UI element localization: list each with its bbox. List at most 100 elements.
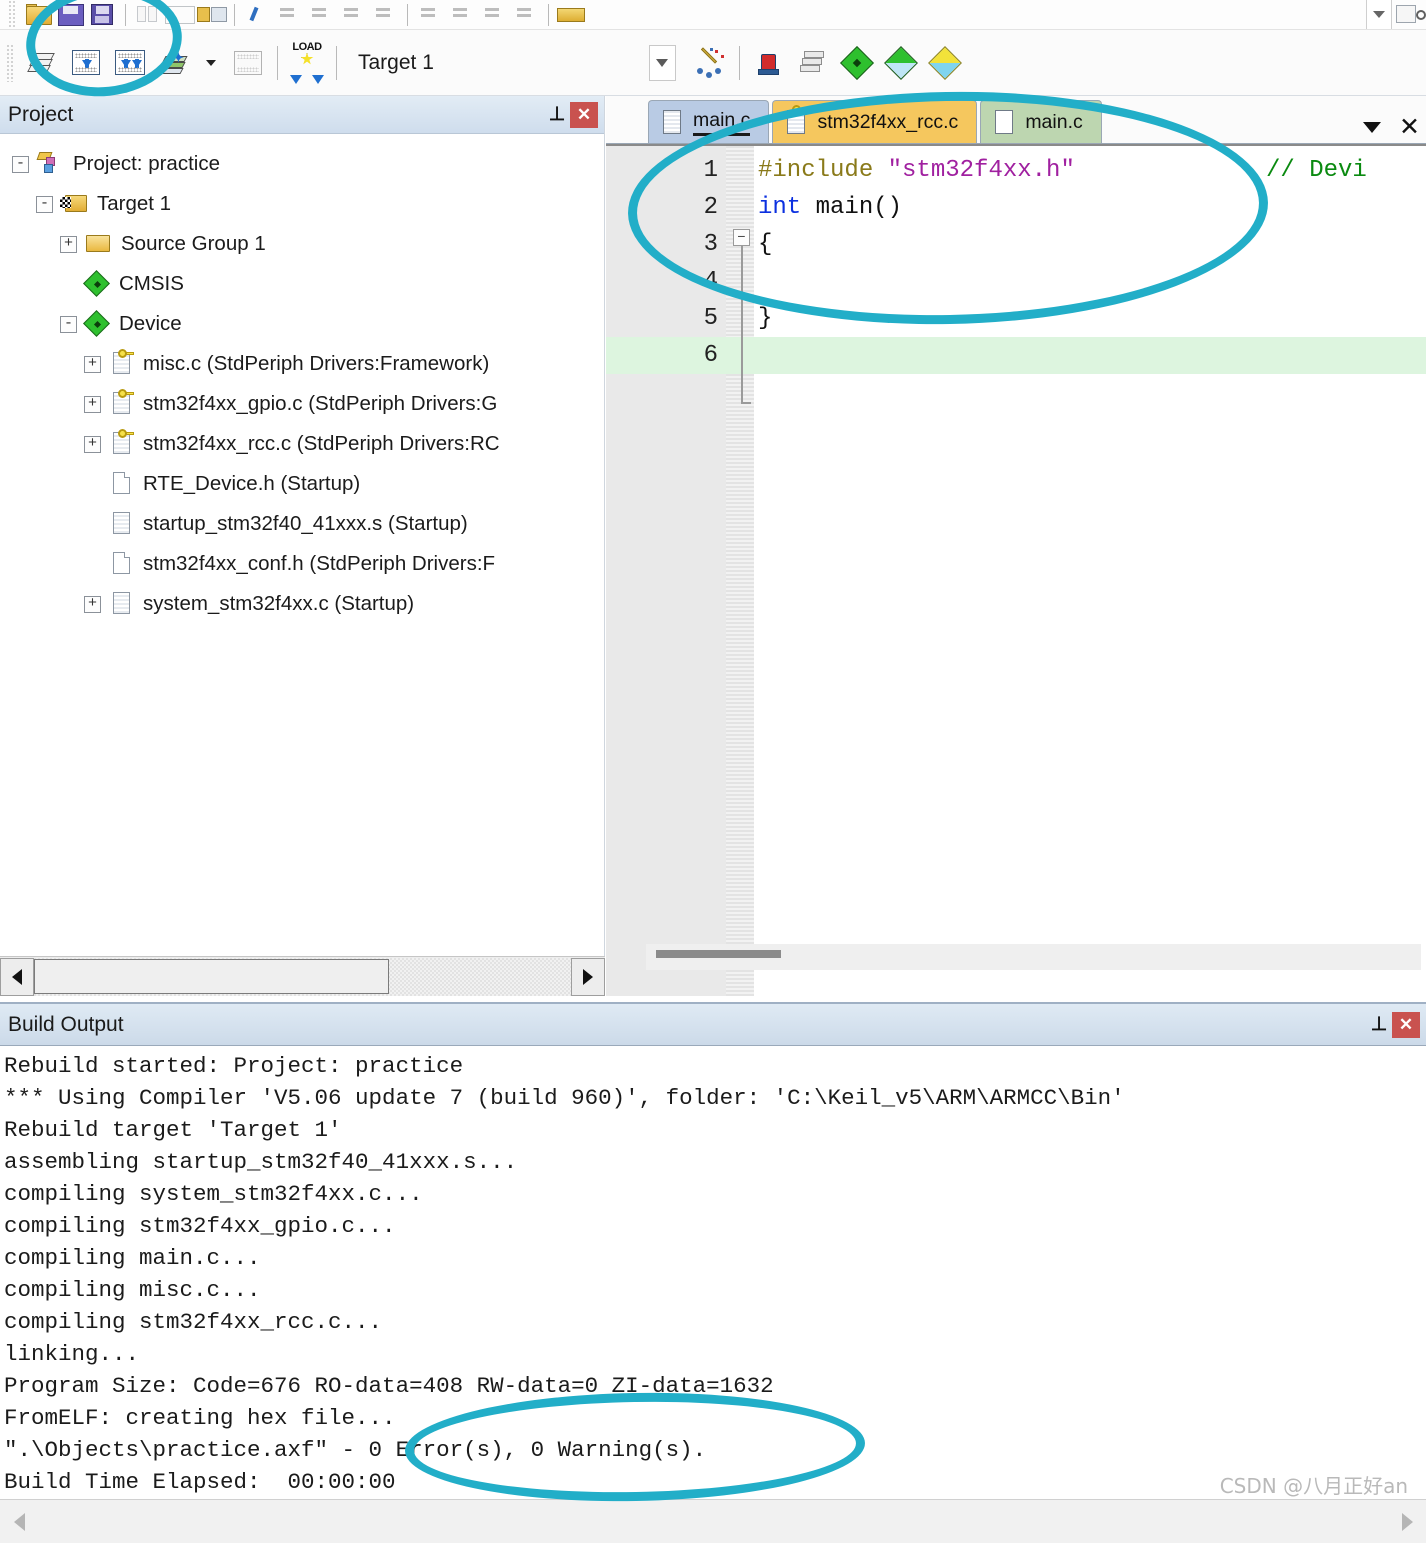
project-horizontal-scrollbar[interactable] [0, 956, 605, 996]
tree-item[interactable]: + stm32f4xx_gpio.c (StdPeriph Drivers:G [12, 384, 604, 424]
open-folder-icon[interactable] [24, 2, 54, 28]
editor-horizontal-scrollbar[interactable] [646, 944, 1421, 970]
outdent-icon[interactable] [447, 2, 477, 28]
code-line-text[interactable]: #include "stm32f4xx.h" [758, 152, 1075, 189]
load-download-icon[interactable]: LOAD [285, 40, 329, 86]
tree-expand-toggle[interactable]: + [84, 435, 101, 453]
editor-tab[interactable]: stm32f4xx_rcc.c [772, 100, 978, 143]
batch-build-icon[interactable]: ✦ [152, 40, 196, 86]
build-output-header: Build Output ⊥ ✕ [0, 1004, 1426, 1046]
bookmark-clear-icon[interactable] [370, 2, 400, 28]
tree-expand-toggle[interactable]: + [84, 595, 101, 613]
toolbar-overflow-icon[interactable] [1364, 0, 1394, 29]
editor-tab[interactable]: main.c [648, 100, 770, 143]
tree-item-label: RTE_Device.h (Startup) [143, 472, 361, 495]
search-in-files-icon[interactable] [1396, 2, 1426, 28]
code-line[interactable]: 5} [606, 300, 1426, 337]
paste-icon[interactable] [165, 2, 195, 28]
build-output-scrollbar[interactable] [0, 1499, 1426, 1543]
code-line[interactable]: 4 [606, 263, 1426, 300]
tree-item[interactable]: - Project: practice [12, 144, 604, 184]
comment-icon[interactable] [479, 2, 509, 28]
navigate-forward-icon[interactable] [274, 2, 304, 28]
scroll-right-icon[interactable] [571, 957, 605, 996]
code-text[interactable]: 1 #include "stm32f4xx.h" // Devi 2 int main(… [606, 152, 1426, 374]
scroll-right-icon[interactable] [1388, 1501, 1426, 1543]
tree-item-label: Device [119, 312, 182, 335]
indent-icon[interactable] [415, 2, 445, 28]
target-selector[interactable]: Target 1 [358, 51, 434, 75]
code-line-text[interactable]: int main() [758, 189, 902, 226]
fold-range-end [741, 402, 751, 404]
toolbar-grip[interactable] [6, 43, 13, 82]
chevron-down-icon[interactable] [648, 44, 676, 81]
close-icon[interactable]: ✕ [570, 101, 598, 128]
build-output-text[interactable]: Rebuild started: Project: practice *** Us… [0, 1046, 1426, 1501]
code-line-text[interactable]: } [758, 300, 772, 337]
pin-icon[interactable]: ⊥ [1366, 1012, 1392, 1038]
navigate-back-icon[interactable] [242, 2, 272, 28]
toolbar-separator [277, 45, 278, 80]
line-number: 4 [703, 268, 718, 295]
header-file-icon [108, 471, 134, 497]
tree-expand-toggle[interactable]: + [60, 235, 77, 253]
tree-expand-toggle[interactable]: + [84, 395, 101, 413]
tree-item[interactable]: + misc.c (StdPeriph Drivers:Framework) [12, 344, 604, 384]
save-all-icon[interactable] [88, 2, 118, 28]
toolbar-grip[interactable] [8, 0, 15, 29]
tree-expand-toggle[interactable]: - [60, 315, 77, 333]
code-editor[interactable]: 1 #include "stm32f4xx.h" // Devi 2 int main(… [606, 144, 1426, 996]
bookmark-next-icon[interactable] [338, 2, 368, 28]
scroll-left-icon[interactable] [0, 957, 34, 996]
tree-item[interactable]: RTE_Device.h (Startup) [12, 464, 604, 504]
caret-down-icon[interactable] [1363, 121, 1382, 133]
editor-tab[interactable]: main.c [980, 100, 1102, 143]
pin-icon[interactable]: ⊥ [544, 102, 570, 128]
stop-build-icon[interactable] [226, 40, 270, 86]
code-line[interactable]: 2 int main() [606, 189, 1426, 226]
header-file-icon [108, 551, 134, 577]
scroll-thumb[interactable] [656, 950, 781, 958]
code-line[interactable]: 1 #include "stm32f4xx.h" // Devi [606, 152, 1426, 189]
copy-icon[interactable] [133, 2, 163, 28]
fold-toggle-icon[interactable]: − [733, 229, 750, 246]
tree-item[interactable]: stm32f4xx_conf.h (StdPeriph Drivers:F [12, 544, 604, 584]
pack-installer-icon[interactable] [791, 40, 835, 86]
close-icon[interactable]: ✕ [1392, 1011, 1420, 1038]
pack-filter-icon[interactable] [879, 40, 923, 86]
code-line[interactable]: 3{ [606, 226, 1426, 263]
code-line[interactable]: 6 [606, 337, 1426, 374]
build-output-panel: Build Output ⊥ ✕ Rebuild started: Projec… [0, 1002, 1426, 1543]
watermark: CSDN @八月正好an [1219, 1474, 1408, 1498]
tree-item[interactable]: CMSIS [12, 264, 604, 304]
yellow-window-icon[interactable] [556, 2, 586, 28]
manage-run-time-environment-icon[interactable] [835, 40, 879, 86]
scroll-thumb[interactable] [34, 958, 389, 994]
tree-item[interactable]: - Device [12, 304, 604, 344]
tree-expand-toggle[interactable]: + [84, 355, 101, 373]
tree-item[interactable]: + stm32f4xx_rcc.c (StdPeriph Drivers:RC [12, 424, 604, 464]
scroll-track[interactable] [34, 957, 571, 996]
tree-item[interactable]: - Target 1 [12, 184, 604, 224]
tree-item[interactable]: + system_stm32f4xx.c (Startup) [12, 584, 604, 624]
tree-item[interactable]: startup_stm32f40_41xxx.s (Startup) [12, 504, 604, 544]
tree-item[interactable]: + Source Group 1 [12, 224, 604, 264]
scroll-left-icon[interactable] [0, 1501, 38, 1543]
configuration-wizard-icon[interactable] [688, 40, 732, 86]
toolbar-separator [407, 3, 408, 26]
bookmark-icon[interactable] [306, 2, 336, 28]
keil-uvision-window: ✦ LOAD Target 1 Project ⊥ ✕ - Project: p… [0, 0, 1426, 1543]
close-icon[interactable]: ✕ [1399, 115, 1420, 140]
rebuild-all-icon[interactable] [108, 40, 152, 86]
uncomment-icon[interactable] [511, 2, 541, 28]
tree-expand-toggle[interactable]: - [36, 195, 53, 213]
code-line-text[interactable]: { [758, 226, 772, 263]
tree-expand-toggle[interactable]: - [12, 155, 29, 173]
select-software-packs-icon[interactable] [923, 40, 967, 86]
save-icon[interactable] [56, 2, 86, 28]
caret-down-icon[interactable] [196, 50, 226, 76]
start-debug-session-icon[interactable] [747, 40, 791, 86]
undo-icon[interactable] [197, 2, 227, 28]
build-icon[interactable] [64, 40, 108, 86]
translate-icon[interactable] [20, 40, 64, 86]
